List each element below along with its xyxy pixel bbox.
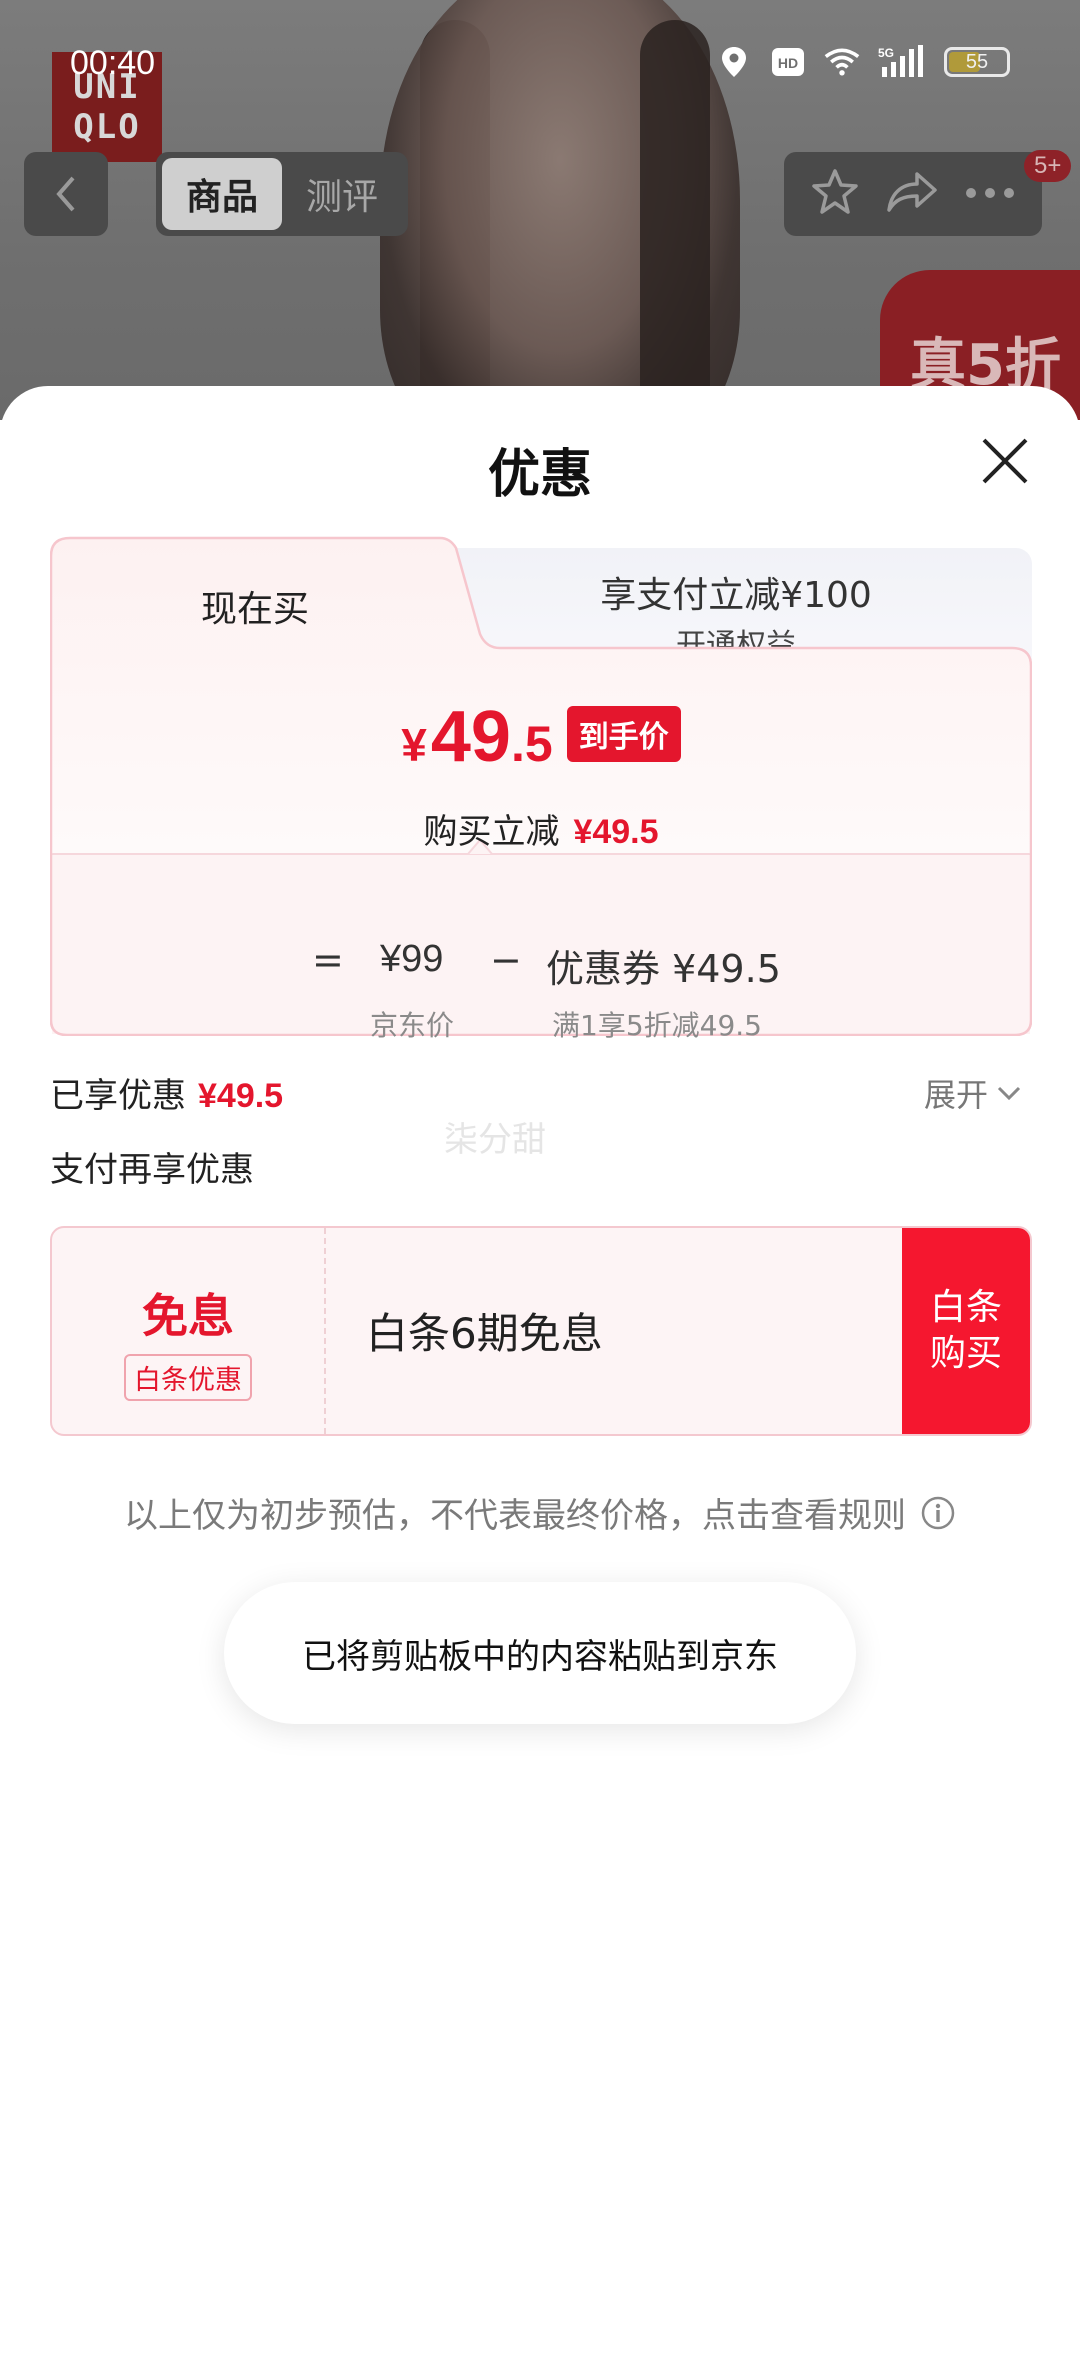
price-disclaimer[interactable]: 以上仅为初步预估，不代表最终价格，点击查看规则 <box>0 1488 1080 1537</box>
status-icons: HD 5G 55 <box>716 44 1010 80</box>
coupon-amount: 优惠券 ¥49.5 <box>546 947 781 991</box>
back-button[interactable] <box>24 152 108 236</box>
tab-product[interactable]: 商品 <box>162 158 282 230</box>
baitiao-offer[interactable]: 免息 白条优惠 白条6期免息 白条 购买 <box>50 1226 1032 1436</box>
baitiao-offer-badge: 免息 白条优惠 <box>52 1228 326 1434</box>
close-button[interactable] <box>976 432 1034 490</box>
chevron-left-icon <box>56 176 75 212</box>
product-tabs: 商品 测评 <box>156 152 408 236</box>
coupon-desc: 满1享5折减49.5 <box>552 1009 762 1042</box>
share-icon[interactable] <box>885 168 939 220</box>
enjoyed-discount: 已享优惠 ¥49.5 <box>50 1076 284 1116</box>
minus-sign: − <box>490 938 522 982</box>
discount-sheet: 优惠 享支付立减¥100 开通权益 现在买 ¥49.5 到手价 购买立减 ¥49… <box>0 386 1080 2376</box>
final-price-tag: 到手价 <box>566 706 681 762</box>
hd-icon: HD <box>770 44 806 80</box>
nav-actions <box>784 152 1042 236</box>
sheet-title: 优惠 <box>487 445 592 505</box>
watermark: 柒分甜 <box>444 1120 546 1160</box>
more-icon[interactable] <box>964 185 1016 204</box>
interest-free-label: 免息 <box>142 1289 234 1343</box>
expand-button[interactable]: 展开 <box>924 1070 1022 1116</box>
chevron-down-icon <box>997 1086 1021 1101</box>
close-icon <box>982 438 1028 484</box>
instant-reduction: 购买立减 ¥49.5 <box>423 812 659 852</box>
svg-text:5G: 5G <box>878 46 894 60</box>
svg-text:HD: HD <box>778 55 798 71</box>
favorite-star-icon[interactable] <box>810 167 860 221</box>
clipboard-toast: 已将剪贴板中的内容粘贴到京东 <box>224 1582 856 1724</box>
equals-sign: = <box>312 938 344 982</box>
baitiao-offer-desc: 白条6期免息 <box>366 1309 603 1358</box>
final-price-value: ¥49.5 <box>401 697 553 777</box>
status-time: 00:40 <box>70 44 156 82</box>
price-breakdown: = ¥99 − 优惠券 ¥49.5 京东价 满1享5折减49.5 <box>50 918 1032 1042</box>
cellular-signal-icon: 5G <box>878 44 926 80</box>
jd-price: ¥99 <box>380 938 444 980</box>
tab-review[interactable]: 测评 <box>282 158 402 230</box>
price-card: 享支付立减¥100 开通权益 现在买 ¥49.5 到手价 购买立减 ¥49.5 … <box>50 536 1032 1042</box>
location-icon <box>716 44 752 80</box>
hero-photo-hair <box>640 20 710 420</box>
jd-price-label: 京东价 <box>370 1009 455 1042</box>
battery-icon: 55 <box>944 47 1010 77</box>
info-icon[interactable] <box>920 1495 956 1531</box>
wifi-icon <box>824 44 860 80</box>
message-badge: 5+ <box>1024 150 1072 182</box>
baitiao-discount-label: 白条优惠 <box>124 1354 252 1401</box>
final-price: ¥49.5 到手价 <box>50 696 1032 778</box>
pay-more-discount-title: 支付再享优惠 <box>50 1150 254 1190</box>
tab-buy-now[interactable]: 现在买 <box>50 580 460 632</box>
baitiao-buy-button[interactable]: 白条 购买 <box>902 1228 1030 1434</box>
